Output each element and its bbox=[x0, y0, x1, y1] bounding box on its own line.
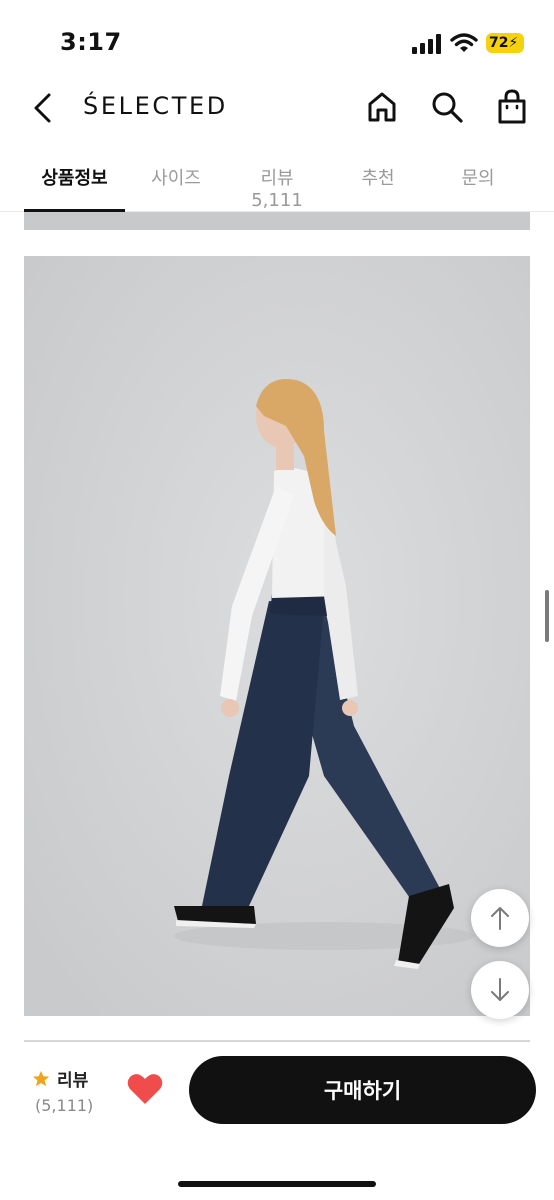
star-icon bbox=[32, 1070, 50, 1087]
tab-product-info[interactable]: 상품정보 bbox=[36, 164, 113, 190]
heart-icon[interactable] bbox=[126, 1072, 164, 1106]
search-icon bbox=[432, 92, 463, 123]
tab-size[interactable]: 사이즈 bbox=[146, 164, 206, 190]
buy-button[interactable]: 구매하기 bbox=[189, 1056, 536, 1124]
tab-reviews[interactable]: 리뷰 5,111 bbox=[234, 164, 320, 211]
tab-inquiry[interactable]: 문의 bbox=[457, 164, 499, 190]
home-icon bbox=[368, 92, 396, 122]
arrow-up-icon bbox=[491, 907, 509, 930]
scroll-up-button[interactable] bbox=[471, 889, 529, 947]
status-bar: 3:17 72⚡ bbox=[0, 0, 554, 80]
cellular-signal-icon bbox=[412, 34, 441, 54]
scrollbar-thumb[interactable] bbox=[545, 590, 549, 642]
wifi-icon bbox=[450, 33, 478, 52]
arrow-down-icon bbox=[491, 978, 509, 1001]
scroll-down-button[interactable] bbox=[471, 961, 529, 1019]
cart-button[interactable] bbox=[494, 88, 530, 126]
purchase-bar: 리뷰 (5,111) 구매하기 bbox=[0, 1042, 554, 1200]
home-indicator bbox=[178, 1181, 376, 1187]
battery-indicator: 72⚡ bbox=[486, 33, 524, 53]
review-label[interactable]: 리뷰 bbox=[57, 1066, 88, 1091]
tab-bar: 상품정보 사이즈 리뷰 5,111 추천 문의 bbox=[0, 150, 554, 212]
charging-icon: ⚡ bbox=[508, 35, 519, 51]
home-button[interactable] bbox=[364, 88, 400, 126]
shopping-bag-icon bbox=[498, 89, 526, 124]
tab-recommend[interactable]: 추천 bbox=[357, 164, 399, 190]
back-button[interactable] bbox=[26, 90, 58, 126]
brand-logo[interactable]: ŚELECTED bbox=[83, 92, 228, 120]
search-button[interactable] bbox=[429, 88, 465, 126]
model-walking-illustration bbox=[24, 256, 530, 1016]
previous-image-edge bbox=[24, 212, 530, 230]
header: ŚELECTED bbox=[0, 80, 554, 136]
product-photo bbox=[24, 256, 530, 1016]
back-icon bbox=[34, 93, 51, 123]
review-count[interactable]: (5,111) bbox=[35, 1096, 93, 1115]
battery-level: 72 bbox=[489, 35, 509, 51]
status-time: 3:17 bbox=[60, 28, 122, 56]
